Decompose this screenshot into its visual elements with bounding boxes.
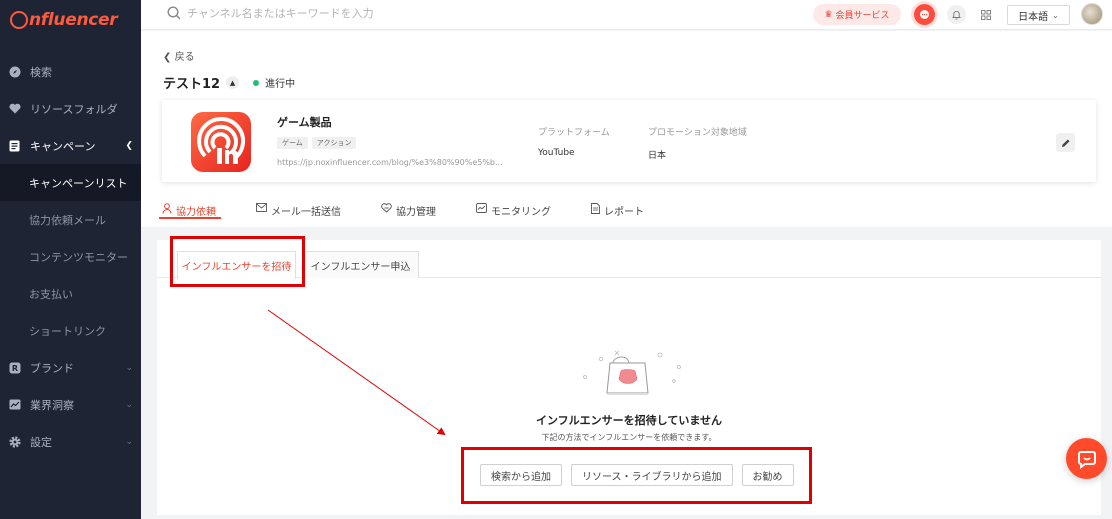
- user-icon: [162, 203, 172, 217]
- tab-label: インフルエンサー申込: [310, 261, 411, 273]
- sidebar-item-label: 業界洞察: [30, 398, 74, 412]
- search-input[interactable]: [187, 6, 427, 20]
- chevron-down-icon: ⌄: [125, 362, 133, 373]
- heart-icon: [8, 102, 21, 115]
- highlight-box-tab: [170, 236, 305, 287]
- product-name: ゲーム製品: [277, 116, 332, 129]
- campaign-tabs: 協力依頼 メール一括送信 協力管理 モニタリング レポート: [159, 197, 684, 227]
- chevron-left-icon: ❮: [163, 52, 172, 63]
- search-icon[interactable]: [167, 6, 181, 20]
- status-dot: [253, 79, 260, 86]
- tab-collaboration-management[interactable]: 協力管理: [381, 197, 436, 227]
- tab-label: モニタリング: [491, 207, 551, 218]
- pencil-icon: [1061, 139, 1069, 147]
- tab-monitoring[interactable]: モニタリング: [476, 197, 551, 227]
- sidebar-item-settings[interactable]: 設定 ⌄: [0, 423, 141, 460]
- region-label: プロモーション対象地域: [648, 128, 747, 138]
- tab-label: 協力管理: [396, 207, 436, 218]
- platform-label: プラットフォーム: [538, 128, 610, 138]
- tab-label: 協力依頼: [176, 207, 216, 218]
- top-header: ♛ 会員サービス 日本語 ⌄: [141, 0, 1112, 30]
- svg-text:R: R: [11, 364, 17, 373]
- empty-state-title: インフルエンサーを招待していません: [535, 414, 722, 427]
- tab-influencer-application[interactable]: インフルエンサー申込: [302, 251, 419, 278]
- sidebar-subitem-label: コンテンツモニター: [29, 250, 128, 264]
- chevron-left-icon: ❮: [125, 140, 133, 151]
- product-url[interactable]: https://jp.noxinfluencer.com/blog/%e3%80…: [277, 158, 512, 167]
- tab-bulk-mail[interactable]: メール一括送信: [256, 197, 341, 227]
- empty-state-subtitle: 下記の方法でインフルエンサーを依頼できます。: [541, 433, 717, 442]
- chat-bubble-icon: [1077, 450, 1096, 469]
- member-service-button[interactable]: ♛ 会員サービス: [813, 4, 901, 25]
- sidebar-subitem-shortlink[interactable]: ショートリンク: [0, 312, 141, 349]
- caret-up-icon[interactable]: ▲: [226, 76, 240, 89]
- sidebar-subitem-content-monitor[interactable]: コンテンツモニター: [0, 238, 141, 275]
- report-icon: [591, 203, 600, 217]
- floating-chat-button[interactable]: [1066, 438, 1107, 479]
- status-badge: 進行中: [265, 79, 296, 90]
- product-tags: ゲーム アクション: [277, 137, 357, 149]
- tab-label: メール一括送信: [271, 207, 341, 218]
- sidebar-subitem-request-mail[interactable]: 協力依頼メール: [0, 201, 141, 238]
- gear-icon: [8, 435, 21, 448]
- language-label: 日本語: [1018, 11, 1049, 23]
- apps-grid-icon[interactable]: [977, 6, 994, 23]
- message-icon[interactable]: [914, 4, 935, 25]
- logo-text: nfluencer: [29, 10, 118, 30]
- logo-mark-icon: [10, 11, 28, 29]
- brand-icon: R: [8, 361, 21, 374]
- chevron-down-icon: ⌄: [125, 399, 133, 410]
- region-value: 日本: [648, 151, 667, 161]
- sidebar-item-label: リソースフォルダ: [30, 102, 118, 116]
- product-tag: アクション: [311, 137, 357, 149]
- back-label: 戻る: [174, 52, 195, 63]
- document-icon: [8, 139, 21, 152]
- edit-button[interactable]: [1056, 133, 1075, 152]
- tab-report[interactable]: レポート: [591, 197, 644, 227]
- sidebar-subitem-label: ショートリンク: [29, 324, 106, 338]
- tab-label: レポート: [604, 207, 644, 218]
- sidebar: nfluencer 検索 リソースフォルダ キャンペーン ❮ キャンペーンリスト…: [0, 0, 141, 519]
- chart-icon: [8, 398, 21, 411]
- tab-collaboration-request[interactable]: 協力依頼: [159, 197, 221, 227]
- sidebar-item-search[interactable]: 検索: [0, 53, 141, 90]
- monitor-icon: [476, 203, 487, 216]
- mail-icon: [256, 203, 267, 215]
- sidebar-subitem-label: キャンペーンリスト: [29, 176, 128, 190]
- compass-icon: [8, 65, 21, 78]
- app-icon: [191, 112, 251, 172]
- empty-box-illustration-icon: [577, 345, 687, 405]
- sidebar-item-label: 検索: [30, 65, 52, 79]
- sidebar-item-industry-insight[interactable]: 業界洞察 ⌄: [0, 386, 141, 423]
- sidebar-subitem-campaign-list[interactable]: キャンペーンリスト: [0, 164, 141, 201]
- bell-icon[interactable]: [947, 5, 966, 24]
- back-link[interactable]: ❮ 戻る: [163, 48, 195, 63]
- campaign-title-row: テスト12 ▲ 進行中: [163, 73, 295, 92]
- chevron-down-icon: ⌄: [125, 436, 133, 447]
- campaign-detail: ❮ 戻る テスト12 ▲ 進行中 ゲーム製品 ゲーム アクション https:/…: [141, 31, 1112, 227]
- highlight-box-buttons: [461, 447, 812, 504]
- product-tag: ゲーム: [277, 137, 308, 149]
- sidebar-subitem-label: 協力依頼メール: [29, 213, 106, 227]
- sidebar-subitem-label: お支払い: [29, 287, 73, 301]
- avatar[interactable]: [1081, 3, 1103, 25]
- chevron-down-icon: ⌄: [1052, 10, 1059, 20]
- sidebar-item-resource-folder[interactable]: リソースフォルダ: [0, 90, 141, 127]
- platform-value: YouTube: [538, 148, 575, 158]
- handshake-icon: [381, 203, 392, 216]
- sidebar-item-campaign[interactable]: キャンペーン ❮: [0, 127, 141, 164]
- page-title: テスト12: [163, 77, 221, 92]
- member-service-label: 会員サービス: [835, 11, 890, 21]
- logo[interactable]: nfluencer: [0, 0, 141, 40]
- sidebar-item-brand[interactable]: R ブランド ⌄: [0, 349, 141, 386]
- sidebar-item-label: ブランド: [30, 361, 74, 375]
- sidebar-subitem-payment[interactable]: お支払い: [0, 275, 141, 312]
- search-box: [167, 6, 427, 20]
- language-select[interactable]: 日本語 ⌄: [1007, 5, 1070, 25]
- sidebar-item-label: 設定: [30, 435, 52, 449]
- sidebar-item-label: キャンペーン: [30, 139, 96, 153]
- product-card: ゲーム製品 ゲーム アクション https://jp.noxinfluencer…: [162, 100, 1096, 182]
- crown-icon: ♛: [824, 9, 833, 20]
